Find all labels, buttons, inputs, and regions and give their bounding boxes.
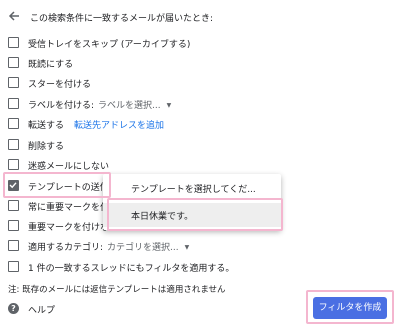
- help-circle-icon[interactable]: ?: [8, 303, 19, 314]
- option-skip-inbox[interactable]: 受信トレイをスキップ (アーカイブする): [0, 33, 300, 53]
- chevron-down-icon[interactable]: ▼: [167, 102, 172, 109]
- option-star[interactable]: スターを付ける: [0, 73, 300, 93]
- dropdown-item-choose-template[interactable]: テンプレートを選択してくだ...: [103, 176, 281, 200]
- category-select[interactable]: カテゴリを選択...: [107, 243, 179, 253]
- option-apply-label[interactable]: ラベルを付ける: ラベルを選択... ▼: [0, 94, 300, 114]
- forward-label: 転送する: [28, 121, 65, 131]
- checkmark-icon: [9, 182, 17, 189]
- star-label: スターを付ける: [28, 80, 92, 90]
- apply-existing-label: 1 件の一致するスレッドにもフィルタを適用する。: [28, 264, 235, 274]
- star-checkbox[interactable]: [8, 77, 19, 88]
- dropdown-item-label: 本日休業です。: [131, 212, 194, 222]
- create-filter-button[interactable]: フィルタを作成: [313, 297, 387, 319]
- send-template-label: テンプレートの送信:: [28, 183, 112, 193]
- forward-text: 転送する 転送先アドレスを追加: [28, 118, 164, 131]
- help-link[interactable]: ヘルプ: [28, 303, 55, 316]
- option-never-spam[interactable]: 迷惑メールにしない: [0, 155, 300, 175]
- apply-label-label: ラベルを付ける:: [28, 101, 95, 111]
- template-dropdown-menu: テンプレートを選択してくだ... 本日休業です。: [103, 174, 281, 230]
- label-select[interactable]: ラベルを選択...: [98, 101, 161, 111]
- add-forward-address-link[interactable]: 転送先アドレスを追加: [74, 121, 164, 131]
- skip-inbox-checkbox[interactable]: [8, 37, 19, 48]
- option-forward[interactable]: 転送する 転送先アドレスを追加: [0, 114, 300, 134]
- always-important-checkbox[interactable]: [8, 200, 19, 211]
- template-note: 注: 既存のメールには返信テンプレートは適用されません: [8, 285, 226, 295]
- never-important-checkbox[interactable]: [8, 220, 19, 231]
- header-title: この検索条件に一致するメールが届いたとき:: [30, 14, 214, 24]
- category-text: 適用するカテゴリ: カテゴリを選択... ▼: [28, 240, 189, 253]
- dropdown-item-label: テンプレートを選択してくだ...: [131, 185, 256, 195]
- skip-inbox-label: 受信トレイをスキップ (アーカイブする): [28, 40, 191, 50]
- category-checkbox[interactable]: [8, 240, 19, 251]
- filter-actions-header: この検索条件に一致するメールが届いたとき:: [0, 0, 400, 34]
- forward-checkbox[interactable]: [8, 118, 19, 129]
- apply-label-checkbox[interactable]: [8, 98, 19, 109]
- dropdown-item-closed-today[interactable]: 本日休業です。: [103, 203, 281, 227]
- delete-label: 削除する: [28, 142, 65, 152]
- option-mark-read[interactable]: 既読にする: [0, 53, 300, 73]
- send-template-checkbox[interactable]: [8, 180, 19, 191]
- category-label: 適用するカテゴリ:: [28, 243, 104, 253]
- option-apply-existing[interactable]: 1 件の一致するスレッドにもフィルタを適用する。: [0, 257, 300, 277]
- mark-read-label: 既読にする: [28, 60, 74, 70]
- never-spam-checkbox[interactable]: [8, 159, 19, 170]
- option-delete[interactable]: 削除する: [0, 135, 300, 155]
- apply-label-text: ラベルを付ける: ラベルを選択... ▼: [28, 98, 171, 111]
- mark-read-checkbox[interactable]: [8, 57, 19, 68]
- arrow-left-icon[interactable]: [8, 10, 20, 22]
- never-spam-label: 迷惑メールにしない: [28, 162, 110, 172]
- option-category[interactable]: 適用するカテゴリ: カテゴリを選択... ▼: [0, 236, 300, 256]
- apply-existing-checkbox[interactable]: [8, 261, 19, 272]
- delete-checkbox[interactable]: [8, 139, 19, 150]
- chevron-down-icon[interactable]: ▼: [185, 244, 190, 251]
